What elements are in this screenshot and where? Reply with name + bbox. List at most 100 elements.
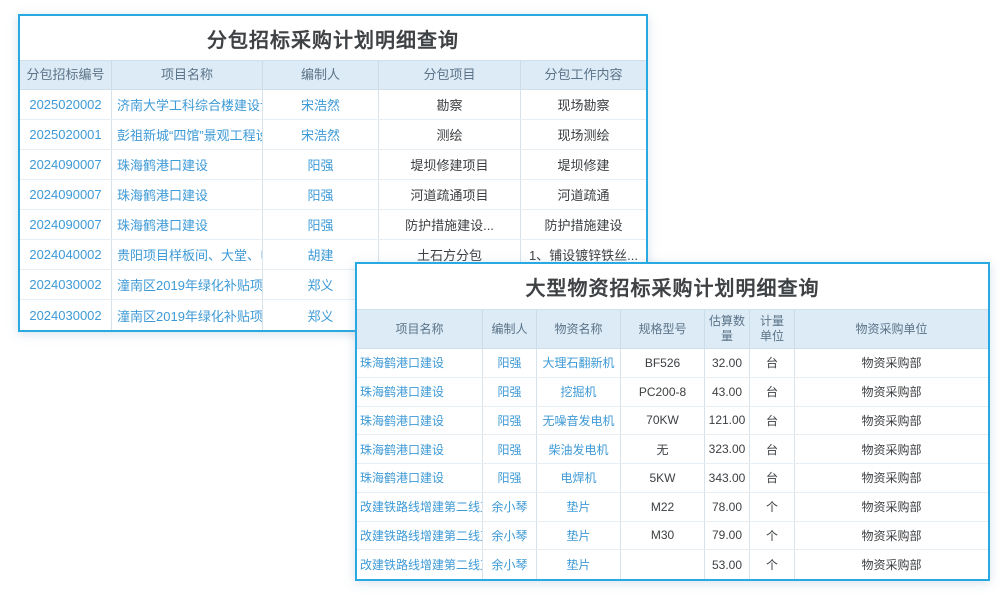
table-cell[interactable]: 垫片	[537, 522, 621, 550]
column-header-bid-no: 分包招标编号	[20, 61, 112, 89]
table-cell: 32.00	[705, 349, 750, 377]
table-cell[interactable]: 无噪音发电机	[537, 407, 621, 435]
table-cell: 121.00	[705, 407, 750, 435]
table-cell[interactable]: 阳强	[263, 210, 379, 239]
table-cell: M22	[621, 493, 705, 521]
table-cell: 物资采购部	[795, 550, 988, 579]
table-cell[interactable]: 阳强	[483, 435, 537, 463]
table-cell[interactable]: 珠海鹤港口建设	[357, 464, 483, 492]
table-cell[interactable]: 珠海鹤港口建设	[357, 378, 483, 406]
table-cell: 70KW	[621, 407, 705, 435]
table-cell[interactable]: 2025020002	[20, 90, 112, 119]
column-header-project-name: 项目名称	[357, 310, 483, 348]
column-header-subcontract-item: 分包项目	[379, 61, 521, 89]
table-row: 2025020001彭祖新城“四馆”景观工程设计宋浩然测绘现场测绘	[20, 120, 646, 150]
table-cell: 343.00	[705, 464, 750, 492]
table-cell[interactable]: 垫片	[537, 493, 621, 521]
table-cell: BF526	[621, 349, 705, 377]
table-cell[interactable]: 阳强	[263, 180, 379, 209]
table-cell[interactable]: 大理石翻新机	[537, 349, 621, 377]
table-cell: 台	[750, 349, 795, 377]
table-cell: 台	[750, 378, 795, 406]
table-cell: 43.00	[705, 378, 750, 406]
table-cell[interactable]: 电焊机	[537, 464, 621, 492]
table-cell: 个	[750, 522, 795, 550]
table-cell[interactable]: 阳强	[483, 464, 537, 492]
table-cell[interactable]: 余小琴	[483, 522, 537, 550]
table-cell: 物资采购部	[795, 407, 988, 435]
table-cell[interactable]: 垫片	[537, 550, 621, 579]
table-cell: 78.00	[705, 493, 750, 521]
table-cell[interactable]: 2024030002	[20, 300, 112, 330]
table-cell[interactable]: 珠海鹤港口建设	[357, 407, 483, 435]
table-cell: 物资采购部	[795, 493, 988, 521]
table-cell[interactable]: 阳强	[483, 407, 537, 435]
table-cell[interactable]: 宋浩然	[263, 90, 379, 119]
table-cell: 防护措施建设	[521, 210, 646, 239]
table-cell[interactable]: 柴油发电机	[537, 435, 621, 463]
column-header-project-name: 项目名称	[112, 61, 263, 89]
table-cell: 测绘	[379, 120, 521, 149]
table-cell: 堤坝修建项目	[379, 150, 521, 179]
column-header-spec-model: 规格型号	[621, 310, 705, 348]
table-cell[interactable]: 挖掘机	[537, 378, 621, 406]
table-cell[interactable]: 余小琴	[483, 493, 537, 521]
table-cell: 台	[750, 407, 795, 435]
table-cell: 河道疏通	[521, 180, 646, 209]
material-table-body: 珠海鹤港口建设阳强大理石翻新机BF52632.00台物资采购部珠海鹤港口建设阳强…	[357, 349, 988, 579]
table-cell	[621, 550, 705, 579]
table-cell[interactable]: 阳强	[263, 150, 379, 179]
table-row: 改建铁路线增建第二线直通余小琴垫片53.00个物资采购部	[357, 550, 988, 579]
table-cell[interactable]: 珠海鹤港口建设	[357, 435, 483, 463]
table-cell: 5KW	[621, 464, 705, 492]
table-row: 改建铁路线增建第二线直通余小琴垫片M2278.00个物资采购部	[357, 493, 988, 522]
table-row: 2024090007珠海鹤港口建设阳强堤坝修建项目堤坝修建	[20, 150, 646, 180]
table-cell[interactable]: 阳强	[483, 378, 537, 406]
table-cell[interactable]: 彭祖新城“四馆”景观工程设计	[112, 120, 263, 149]
table-cell[interactable]: 潼南区2019年绿化补贴项目	[112, 300, 263, 330]
table-cell[interactable]: 珠海鹤港口建设	[112, 150, 263, 179]
table-row: 珠海鹤港口建设阳强柴油发电机无323.00台物资采购部	[357, 435, 988, 464]
table-cell[interactable]: 改建铁路线增建第二线直通	[357, 522, 483, 550]
table-cell[interactable]: 阳强	[483, 349, 537, 377]
table-cell[interactable]: 余小琴	[483, 550, 537, 579]
table-cell: 53.00	[705, 550, 750, 579]
table-cell[interactable]: 2024040002	[20, 240, 112, 269]
column-header-material-name: 物资名称	[537, 310, 621, 348]
table-row: 2025020002济南大学工科综合楼建设设计宋浩然勘察现场勘察	[20, 90, 646, 120]
table-cell[interactable]: 2025020001	[20, 120, 112, 149]
column-header-compiler: 编制人	[483, 310, 537, 348]
column-header-procurement-dept: 物资采购单位	[795, 310, 988, 348]
table-cell: 台	[750, 464, 795, 492]
table-cell: 物资采购部	[795, 435, 988, 463]
table-cell: 物资采购部	[795, 464, 988, 492]
table-row: 珠海鹤港口建设阳强大理石翻新机BF52632.00台物资采购部	[357, 349, 988, 378]
column-header-compiler: 编制人	[263, 61, 379, 89]
table-cell[interactable]: 珠海鹤港口建设	[357, 349, 483, 377]
table-cell: 物资采购部	[795, 378, 988, 406]
table-cell[interactable]: 济南大学工科综合楼建设设计	[112, 90, 263, 119]
table-cell[interactable]: 改建铁路线增建第二线直通	[357, 493, 483, 521]
table-cell: 堤坝修建	[521, 150, 646, 179]
page: 分包招标采购计划明细查询 分包招标编号 项目名称 编制人 分包项目 分包工作内容…	[0, 0, 1000, 600]
table-cell: M30	[621, 522, 705, 550]
table-cell: 现场勘察	[521, 90, 646, 119]
table-cell[interactable]: 潼南区2019年绿化补贴项目	[112, 270, 263, 299]
table-cell[interactable]: 贵阳项目样板间、大堂、电	[112, 240, 263, 269]
table-cell[interactable]: 珠海鹤港口建设	[112, 210, 263, 239]
column-header-work-content: 分包工作内容	[521, 61, 646, 89]
table-cell[interactable]: 珠海鹤港口建设	[112, 180, 263, 209]
table-cell[interactable]: 宋浩然	[263, 120, 379, 149]
material-table-header: 项目名称 编制人 物资名称 规格型号 估算数 量 计量 单位 物资采购单位	[357, 309, 988, 349]
subcontract-table-header: 分包招标编号 项目名称 编制人 分包项目 分包工作内容	[20, 60, 646, 90]
table-cell: PC200-8	[621, 378, 705, 406]
table-row: 改建铁路线增建第二线直通余小琴垫片M3079.00个物资采购部	[357, 522, 988, 551]
table-cell[interactable]: 改建铁路线增建第二线直通	[357, 550, 483, 579]
table-cell: 物资采购部	[795, 522, 988, 550]
table-cell[interactable]: 2024090007	[20, 150, 112, 179]
table-row: 2024090007珠海鹤港口建设阳强防护措施建设...防护措施建设	[20, 210, 646, 240]
column-header-estimated-qty: 估算数 量	[705, 310, 750, 348]
table-cell[interactable]: 2024090007	[20, 180, 112, 209]
table-cell[interactable]: 2024030002	[20, 270, 112, 299]
table-cell[interactable]: 2024090007	[20, 210, 112, 239]
